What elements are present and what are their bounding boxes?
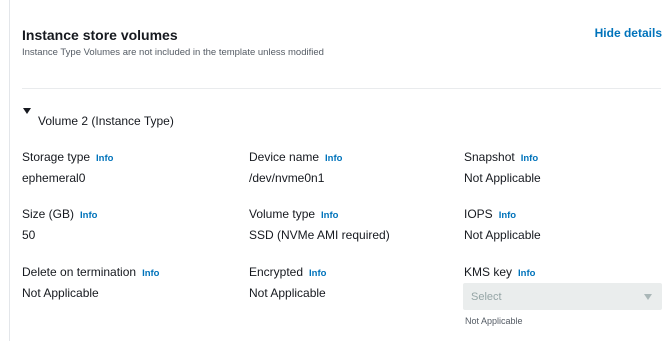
size-info-link[interactable]: Info bbox=[80, 210, 97, 221]
device-name-info-link[interactable]: Info bbox=[325, 153, 342, 164]
snapshot-value: Not Applicable bbox=[464, 171, 541, 185]
size-label: Size (GB) bbox=[22, 207, 75, 221]
left-border bbox=[9, 0, 10, 341]
encrypted-value: Not Applicable bbox=[249, 286, 326, 300]
volume-type-value: SSD (NVMe AMI required) bbox=[249, 228, 390, 242]
iops-info-link[interactable]: Info bbox=[499, 210, 516, 221]
kms-key-label: KMS key bbox=[464, 265, 513, 279]
volume-type-label: Volume type bbox=[249, 207, 316, 221]
delete-on-termination-info-link[interactable]: Info bbox=[142, 268, 159, 279]
kms-key-select-placeholder: Select bbox=[471, 290, 502, 303]
iops-value: Not Applicable bbox=[464, 228, 541, 242]
delete-on-termination-label: Delete on termination bbox=[22, 265, 137, 279]
field-delete-on-termination: Delete on termination Info Not Applicabl… bbox=[22, 265, 160, 300]
storage-type-label: Storage type bbox=[22, 150, 91, 164]
snapshot-label: Snapshot bbox=[464, 150, 515, 164]
delete-on-termination-value: Not Applicable bbox=[22, 286, 99, 300]
encrypted-label: Encrypted bbox=[249, 265, 304, 279]
field-storage-type: Storage type Info ephemeral0 bbox=[22, 150, 113, 185]
field-volume-type: Volume type Info SSD (NVMe AMI required) bbox=[249, 207, 390, 242]
field-iops: IOPS Info Not Applicable bbox=[464, 207, 541, 242]
field-device-name: Device name Info /dev/nvme0n1 bbox=[249, 150, 342, 185]
field-kms-key: KMS key Info bbox=[464, 265, 535, 279]
section-title: Instance store volumes bbox=[22, 27, 178, 43]
instance-store-volumes-panel: Instance store volumes Instance Type Vol… bbox=[0, 0, 669, 341]
field-size: Size (GB) Info 50 bbox=[22, 207, 97, 242]
field-encrypted: Encrypted Info Not Applicable bbox=[249, 265, 326, 300]
caret-down-icon[interactable] bbox=[23, 108, 31, 114]
kms-key-info-link[interactable]: Info bbox=[518, 268, 535, 279]
snapshot-info-link[interactable]: Info bbox=[521, 153, 538, 164]
encrypted-info-link[interactable]: Info bbox=[309, 268, 326, 279]
size-value: 50 bbox=[22, 228, 36, 242]
volume-title: Volume 2 (Instance Type) bbox=[38, 114, 174, 128]
kms-key-hint: Not Applicable bbox=[465, 316, 523, 326]
device-name-value: /dev/nvme0n1 bbox=[249, 171, 325, 185]
section-divider bbox=[22, 88, 661, 89]
storage-type-value: ephemeral0 bbox=[22, 171, 86, 185]
device-name-label: Device name bbox=[249, 150, 320, 164]
field-snapshot: Snapshot Info Not Applicable bbox=[464, 150, 541, 185]
hide-details-link[interactable]: Hide details bbox=[595, 26, 662, 40]
kms-key-select[interactable]: Select bbox=[463, 283, 662, 310]
section-subtitle: Instance Type Volumes are not included i… bbox=[22, 47, 324, 58]
iops-label: IOPS bbox=[464, 207, 493, 221]
volume-type-info-link[interactable]: Info bbox=[321, 210, 338, 221]
storage-type-info-link[interactable]: Info bbox=[96, 153, 113, 164]
caret-down-icon bbox=[644, 293, 652, 300]
volume-expander[interactable]: Volume 2 (Instance Type) bbox=[23, 105, 174, 128]
